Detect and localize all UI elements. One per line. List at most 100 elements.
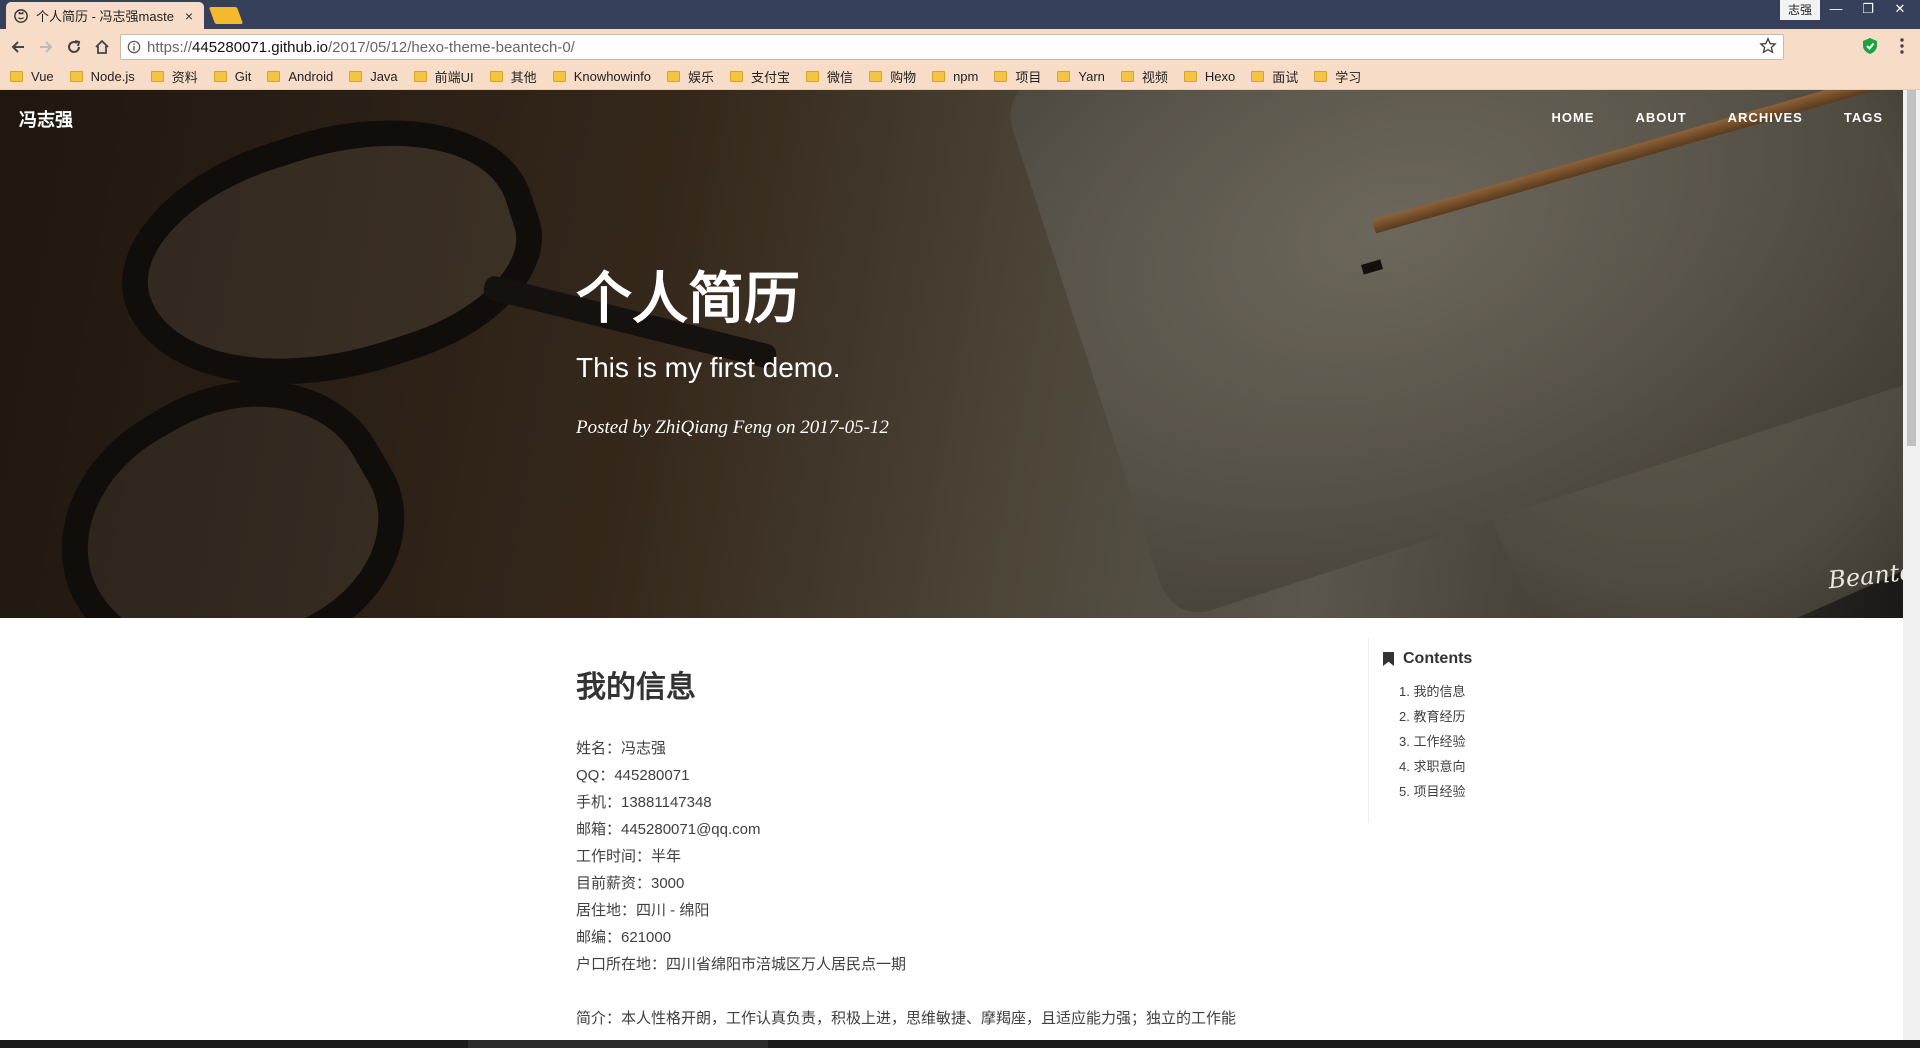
tab-close-icon[interactable]: ×	[182, 8, 196, 24]
folder-icon	[1314, 71, 1328, 82]
bookmark-folder[interactable]: 资料	[150, 67, 198, 86]
nav-archives-link[interactable]: ARCHIVES	[1728, 110, 1803, 125]
new-tab-button[interactable]	[208, 7, 244, 24]
info-line: 手机：13881147348	[576, 794, 712, 811]
section-heading: 我的信息	[576, 671, 696, 704]
intro-paragraph: 简介：本人性格开朗，工作认真负责，积极上进，思维敏捷、摩羯座，且适应能力强；独立…	[576, 1010, 1237, 1027]
site-brand-link[interactable]: 冯志强	[19, 106, 73, 132]
bookmark-folder[interactable]: 前端UI	[413, 67, 474, 86]
page-viewport: Beantech. 冯志强 HOME ABOUT ARCHIVES TAGS 个…	[0, 90, 1903, 1040]
bookmark-folder[interactable]: Yarn	[1057, 69, 1105, 84]
info-line: 工作时间：半年	[576, 848, 682, 865]
bookmark-folder[interactable]: Node.js	[69, 69, 135, 84]
folder-icon	[489, 71, 503, 82]
github-favicon-icon	[14, 8, 28, 23]
info-line: 邮编：621000	[576, 929, 672, 946]
toc-title: Contents	[1403, 650, 1473, 667]
folder-icon	[1183, 71, 1197, 82]
back-icon[interactable]	[6, 35, 30, 59]
hero-overlay	[0, 90, 1903, 618]
forward-icon[interactable]	[34, 35, 58, 59]
url-scheme: https://	[147, 38, 193, 56]
bookmark-folder[interactable]: 项目	[994, 67, 1041, 86]
info-line: 户口所在地：四川省绵阳市涪城区万人居民点一期	[576, 956, 907, 973]
post-title: 个人简历	[576, 267, 800, 330]
toc-list: 1. 我的信息 2. 教育经历 3. 工作经验 4. 求职意向 5. 项目经验	[1383, 679, 1568, 804]
page-scrollbar[interactable]	[1903, 90, 1920, 1040]
table-of-contents: Contents 1. 我的信息 2. 教育经历 3. 工作经验 4. 求职意向…	[1368, 638, 1568, 822]
folder-icon	[150, 71, 164, 82]
bookmark-folder[interactable]: 支付宝	[730, 67, 790, 86]
folder-icon	[1057, 71, 1071, 82]
nav-about-link[interactable]: ABOUT	[1635, 110, 1686, 125]
info-line: 居住地：四川 - 绵阳	[576, 902, 710, 919]
nav-home-link[interactable]: HOME	[1551, 110, 1594, 125]
folder-icon	[1251, 71, 1265, 82]
toc-item[interactable]: 2. 教育经历	[1399, 704, 1568, 729]
nav-tags-link[interactable]: TAGS	[1844, 110, 1883, 125]
folder-icon	[349, 71, 363, 82]
post-subtitle: This is my first demo.	[576, 351, 841, 383]
bookmark-folder[interactable]: 学习	[1314, 67, 1361, 86]
close-window-button[interactable]: ✕	[1884, 0, 1916, 20]
post-article: 我的信息 姓名：冯志强 QQ：445280071 手机：13881147348 …	[576, 662, 1296, 1032]
toc-heading: Contents	[1383, 650, 1568, 668]
minimize-button[interactable]: —	[1820, 0, 1852, 20]
folder-icon	[267, 71, 281, 82]
folder-icon	[932, 71, 946, 82]
url-host: 445280071.github.io	[192, 38, 328, 56]
info-icon[interactable]	[121, 40, 147, 54]
bookmark-folder[interactable]: npm	[932, 69, 978, 84]
bookmark-icon	[1383, 652, 1394, 666]
bookmark-folder[interactable]: 购物	[869, 67, 916, 86]
bookmark-folder[interactable]: Vue	[10, 69, 54, 84]
reload-icon[interactable]	[62, 35, 86, 59]
toc-item[interactable]: 1. 我的信息	[1399, 679, 1568, 704]
hero-header: Beantech. 冯志强 HOME ABOUT ARCHIVES TAGS 个…	[0, 90, 1903, 618]
bookmark-folder[interactable]: 其他	[489, 67, 537, 86]
info-line: 邮箱：445280071@qq.com	[576, 821, 761, 838]
bookmark-folder[interactable]: 微信	[806, 67, 853, 86]
post-heading: 个人简历 This is my first demo. Posted by Zh…	[576, 268, 889, 439]
home-icon[interactable]	[90, 35, 114, 59]
folder-icon	[730, 71, 744, 82]
folder-icon	[413, 71, 427, 82]
star-icon[interactable]	[1759, 37, 1777, 59]
bookmark-folder[interactable]: Knowhowinfo	[552, 69, 651, 84]
taskbar-strip	[0, 1040, 1920, 1048]
folder-icon	[994, 71, 1008, 82]
browser-tab[interactable]: 个人简历 - 冯志强maste ×	[6, 2, 204, 29]
taskbar-active-item	[468, 1040, 768, 1048]
restore-button[interactable]: ❐	[1852, 0, 1884, 20]
folder-icon	[69, 71, 83, 82]
bookmark-folder[interactable]: Hexo	[1183, 69, 1235, 84]
folder-icon	[806, 71, 820, 82]
folder-icon	[10, 71, 23, 82]
scrollbar-thumb[interactable]	[1907, 90, 1916, 446]
info-line: 姓名：冯志强	[576, 740, 667, 757]
info-line: QQ：445280071	[576, 767, 690, 784]
bookmark-folder[interactable]: 面试	[1251, 67, 1298, 86]
folder-icon	[869, 71, 883, 82]
toc-item[interactable]: 5. 项目经验	[1399, 779, 1568, 804]
toc-item[interactable]: 4. 求职意向	[1399, 754, 1568, 779]
bookmark-folder[interactable]: Android	[267, 69, 333, 84]
site-nav: HOME ABOUT ARCHIVES TAGS	[1510, 110, 1883, 125]
post-meta: Posted by ZhiQiang Feng on 2017-05-12	[576, 416, 889, 438]
bookmark-folder[interactable]: 视频	[1120, 67, 1168, 86]
folder-icon	[1120, 71, 1134, 82]
folder-icon	[667, 71, 681, 82]
folder-icon	[213, 71, 227, 82]
menu-icon[interactable]	[1892, 36, 1912, 56]
address-bar[interactable]: https://445280071.github.io/2017/05/12/h…	[120, 34, 1784, 60]
bookmark-folder[interactable]: 娱乐	[667, 67, 714, 86]
browser-tab-strip: 个人简历 - 冯志强maste × 志强 — ❐ ✕	[0, 0, 1920, 29]
url-path: /2017/05/12/hexo-theme-beantech-0/	[328, 38, 575, 56]
bookmark-folder[interactable]: Git	[213, 69, 251, 84]
tab-title: 个人简历 - 冯志强maste	[36, 9, 174, 24]
shield-extension-icon[interactable]	[1860, 36, 1880, 56]
bookmark-folder[interactable]: Java	[349, 69, 398, 84]
profile-button[interactable]: 志强	[1780, 0, 1821, 20]
toc-item[interactable]: 3. 工作经验	[1399, 729, 1568, 754]
bookmarks-bar: Vue Node.js 资料 Git Android Java 前端UI 其他 …	[0, 64, 1920, 90]
